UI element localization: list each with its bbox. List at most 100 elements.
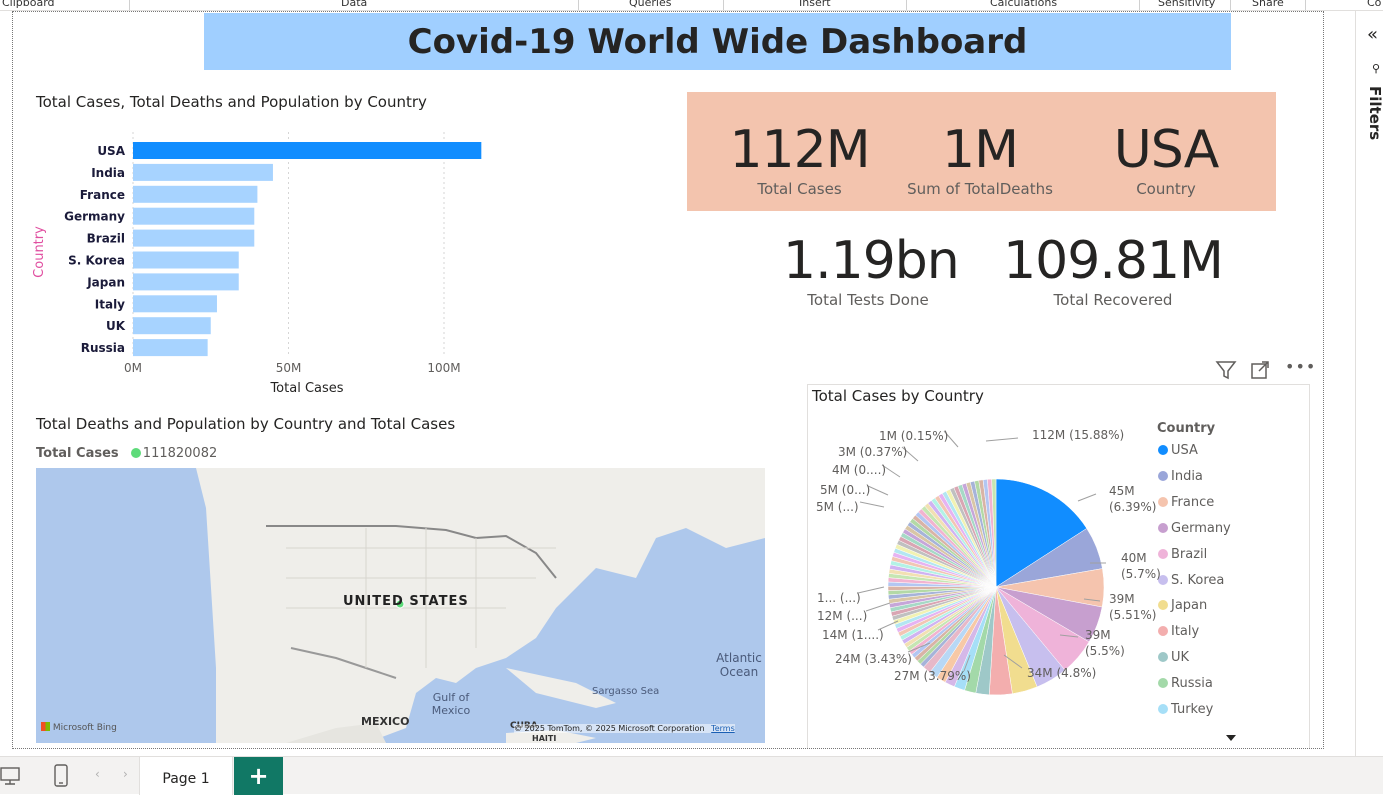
ribbon-group-clipboard[interactable]: Clipboard <box>2 0 55 9</box>
pie-legend-item[interactable]: Japan <box>1158 598 1207 613</box>
pie-legend-label: USA <box>1171 443 1198 458</box>
pie-legend-label: Germany <box>1171 520 1231 536</box>
legend-dot-icon <box>1158 626 1168 637</box>
pie-leader-line <box>867 485 889 496</box>
ribbon-group-insert[interactable]: Insert <box>799 0 831 9</box>
pie-data-label: 39M <box>1109 592 1135 606</box>
bar-italy[interactable] <box>133 295 217 313</box>
bar-india[interactable] <box>133 163 273 181</box>
kpi-total-recovered-value: 109.81M <box>1003 231 1224 291</box>
pie-legend-item[interactable]: France <box>1158 495 1214 510</box>
bar-japan[interactable] <box>133 273 239 291</box>
focus-mode-icon[interactable] <box>1250 360 1270 380</box>
page-navigation-bar: ‹ › Page 1 + <box>0 756 1383 795</box>
collapse-pane-icon[interactable]: « <box>1367 24 1378 45</box>
kpi-country[interactable]: USA Country <box>1101 120 1231 198</box>
legend-scroll-down-icon[interactable] <box>1226 735 1236 741</box>
pie-legend-label: Russia <box>1171 676 1213 692</box>
bar-chart-title: Total Cases, Total Deaths and Population… <box>36 93 427 111</box>
kpi-total-deaths-label: Sum of TotalDeaths <box>907 180 1053 198</box>
pie-legend-item[interactable]: Italy <box>1158 624 1199 639</box>
bar-russia[interactable] <box>133 339 208 357</box>
pie-legend-item[interactable]: Turkey <box>1158 702 1213 717</box>
pie-data-label: 112M (15.88%) <box>1032 428 1125 442</box>
bar-chart-category-label: S. Korea <box>68 254 125 268</box>
kpi-total-tests-label: Total Tests Done <box>807 291 929 309</box>
mobile-layout-icon[interactable] <box>53 764 69 788</box>
pie-legend-item[interactable]: Brazil <box>1158 547 1207 562</box>
bar-chart-category-label: UK <box>106 319 126 333</box>
ribbon-group-calculations[interactable]: Calculations <box>990 0 1057 9</box>
filter-icon[interactable] <box>1215 359 1237 381</box>
bar-chart-category-label: Brazil <box>87 232 125 246</box>
page-tab-1[interactable]: Page 1 <box>139 757 233 795</box>
bar-chart[interactable]: Country Total Cases USA India France German… <box>33 122 503 392</box>
pie-data-label: 24M (3.43%) <box>835 652 912 666</box>
pie-leader-line <box>865 602 891 612</box>
ribbon-group-share[interactable]: Share <box>1252 0 1284 9</box>
desktop-layout-icon[interactable] <box>0 767 22 785</box>
pie-data-label: 14M (1....) <box>822 628 884 642</box>
kpi-total-cases-label: Total Cases <box>757 180 842 198</box>
bar-france[interactable] <box>133 185 258 203</box>
map-legend-value: 111820082 <box>142 446 218 461</box>
pie-legend-label: UK <box>1171 650 1190 666</box>
pie-leader-line <box>985 437 1019 442</box>
map-view[interactable]: UNITED STATES MEXICO Gulf of Mexico Atla… <box>36 468 765 743</box>
map-title: Total Deaths and Population by Country a… <box>36 415 456 433</box>
ribbon-group-co[interactable]: Co <box>1367 0 1381 9</box>
pie-data-label: 45M <box>1109 484 1135 498</box>
kpi-total-cases-value: 112M <box>729 120 870 180</box>
bar-usa[interactable] <box>133 142 482 159</box>
ribbon-group-queries[interactable]: Queries <box>629 0 671 9</box>
legend-dot-icon <box>1158 445 1168 455</box>
pie-legend-label: Brazil <box>1171 546 1208 562</box>
bar-chart-category-label: Germany <box>64 210 125 224</box>
bar-chart-x-tick: 100M <box>427 361 460 375</box>
map-legend-dot-icon <box>130 448 141 458</box>
pie-leader-line <box>857 586 885 594</box>
legend-dot-icon <box>1158 496 1168 507</box>
kpi-total-deaths[interactable]: 1M Sum of TotalDeaths <box>900 120 1060 198</box>
kpi-total-cases[interactable]: 112M Total Cases <box>727 120 872 198</box>
map-label-sargasso: Sargasso Sea <box>592 686 660 697</box>
pie-legend-item[interactable]: USA <box>1158 443 1198 458</box>
previous-page-icon[interactable]: ‹ <box>95 767 100 781</box>
kpi-total-recovered[interactable]: 109.81M Total Recovered <box>1003 231 1224 309</box>
bar-chart-x-tick: 0M <box>124 361 142 375</box>
kpi-total-tests[interactable]: 1.19bn Total Tests Done <box>783 231 960 309</box>
pie-legend-item[interactable]: UK <box>1158 650 1189 665</box>
pie-legend-item[interactable]: Germany <box>1158 521 1231 536</box>
legend-dot-icon <box>1158 652 1168 663</box>
pie-data-label: 1... (...) <box>817 591 861 605</box>
ribbon-group-sensitivity[interactable]: Sensitivity <box>1158 0 1215 9</box>
add-page-button[interactable]: + <box>234 757 283 795</box>
kpi-country-label: Country <box>1136 180 1196 198</box>
next-page-icon[interactable]: › <box>123 767 128 781</box>
kpi-country-value: USA <box>1113 120 1220 180</box>
pie-legend-item[interactable]: Russia <box>1158 676 1213 691</box>
more-options-icon[interactable]: ••• <box>1285 357 1316 376</box>
map-legend-label: Total Cases <box>36 446 119 461</box>
bar-germany[interactable] <box>133 207 255 225</box>
ribbon-group-data[interactable]: Data <box>341 0 367 9</box>
legend-dot-icon <box>1158 548 1168 559</box>
map-legend: Total Cases 111820082 <box>36 446 217 461</box>
bar-chart-category-label: Italy <box>95 297 125 311</box>
legend-dot-icon <box>1158 470 1168 481</box>
kpi-card-group: 112M Total Cases 1M Sum of TotalDeaths U… <box>687 92 1276 211</box>
filters-pane-label[interactable]: Filters <box>1366 86 1383 140</box>
pie-legend-item[interactable]: S. Korea <box>1158 573 1224 588</box>
pie-data-label: 27M (3.79%) <box>894 669 971 683</box>
pie-data-label: 12M (...) <box>817 609 868 623</box>
bar-s-korea[interactable] <box>133 251 239 269</box>
map-label-gulf: Gulf of Mexico <box>431 691 471 717</box>
legend-dot-icon <box>1158 678 1168 689</box>
map-terms-link[interactable]: Terms <box>711 724 735 733</box>
pie-legend-item[interactable]: India <box>1158 469 1203 484</box>
pie-data-label: (5.7%) <box>1121 567 1161 581</box>
bar-uk[interactable] <box>133 317 211 335</box>
bar-brazil[interactable] <box>133 229 255 247</box>
pie-data-label: (5.5%) <box>1085 644 1125 658</box>
pie-chart-visual[interactable]: Total Cases by Country Country USA India F… <box>807 384 1310 748</box>
